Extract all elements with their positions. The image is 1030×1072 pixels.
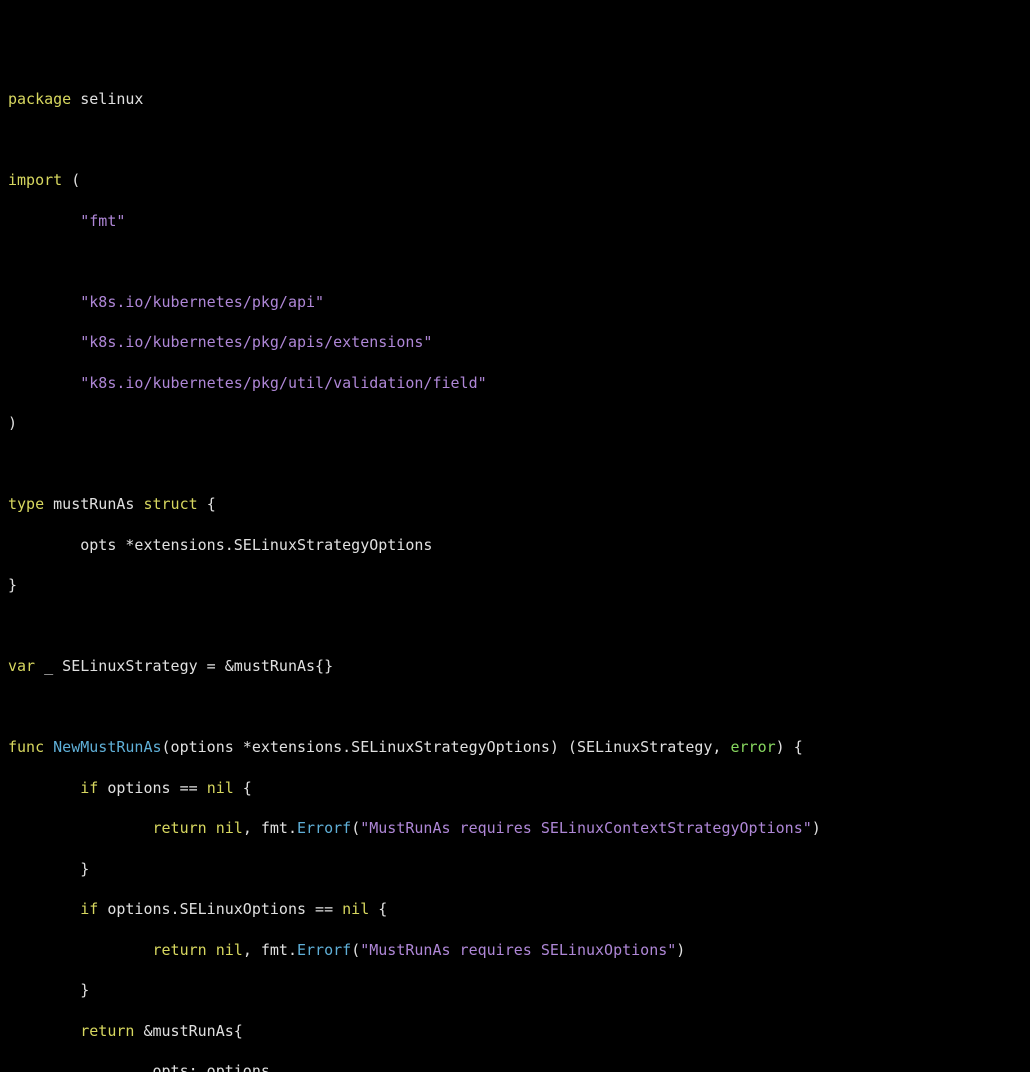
keyword-return: return [153,941,207,959]
text: , fmt. [243,941,297,959]
condition: options.SELinuxOptions == [107,900,342,918]
func-name: NewMustRunAs [53,738,161,756]
code-line: package selinux [8,89,1022,109]
keyword-if: if [80,900,98,918]
keyword-var: var [8,657,35,675]
struct-field: opts: options, [153,1062,279,1072]
code-line: } [8,980,1022,1000]
brace-close: } [8,576,17,594]
keyword-type: type [8,495,44,513]
code-line: return nil, fmt.Errorf("MustRunAs requir… [8,818,1022,838]
paren-close: ) [8,414,17,432]
text: &mustRunAs{ [143,1022,242,1040]
keyword-nil: nil [207,779,234,797]
code-line: type mustRunAs struct { [8,494,1022,514]
code-line [8,454,1022,474]
keyword-nil: nil [216,819,243,837]
code-line [8,130,1022,150]
code-line: var _ SELinuxStrategy = &mustRunAs{} [8,656,1022,676]
code-line: "fmt" [8,211,1022,231]
keyword-struct: struct [143,495,197,513]
import-path: "k8s.io/kubernetes/pkg/api" [80,293,324,311]
brace-close: } [80,981,89,999]
keyword-import: import [8,171,62,189]
keyword-nil: nil [342,900,369,918]
keyword-return: return [80,1022,134,1040]
code-line [8,616,1022,636]
type-name: mustRunAs [53,495,134,513]
func-sig: (options *extensions.SELinuxStrategyOpti… [162,738,731,756]
brace-open: { [207,495,216,513]
code-line: func NewMustRunAs(options *extensions.SE… [8,737,1022,757]
import-path: "fmt" [80,212,125,230]
keyword-if: if [80,779,98,797]
code-line: if options.SELinuxOptions == nil { [8,899,1022,919]
brace-open: { [369,900,387,918]
code-line: "k8s.io/kubernetes/pkg/apis/extensions" [8,332,1022,352]
paren-open: ( [351,819,360,837]
code-line: } [8,859,1022,879]
code-line: import ( [8,170,1022,190]
keyword-return: return [153,819,207,837]
code-line: ) [8,413,1022,433]
code-line: return nil, fmt.Errorf("MustRunAs requir… [8,940,1022,960]
paren-open: ( [71,171,80,189]
func-sig-end: ) { [776,738,803,756]
keyword-package: package [8,90,71,108]
code-line: if options == nil { [8,778,1022,798]
keyword-nil: nil [216,941,243,959]
code-line: "k8s.io/kubernetes/pkg/api" [8,292,1022,312]
code-line [8,251,1022,271]
text: , fmt. [243,819,297,837]
code-line: return &mustRunAs{ [8,1021,1022,1041]
code-line: opts: options, [8,1061,1022,1072]
package-name: selinux [80,90,143,108]
code-line: "k8s.io/kubernetes/pkg/util/validation/f… [8,373,1022,393]
call-errorf: Errorf [297,819,351,837]
code-line [8,697,1022,717]
type-error: error [730,738,775,756]
paren-close: ) [812,819,821,837]
brace-open: { [234,779,252,797]
keyword-func: func [8,738,44,756]
call-errorf: Errorf [297,941,351,959]
paren-open: ( [351,941,360,959]
struct-field: opts *extensions.SELinuxStrategyOptions [80,536,432,554]
paren-close: ) [676,941,685,959]
brace-close: } [80,860,89,878]
string-literal: "MustRunAs requires SELinuxContextStrate… [360,819,812,837]
condition: options == [107,779,206,797]
var-decl: _ SELinuxStrategy = &mustRunAs{} [44,657,333,675]
import-path: "k8s.io/kubernetes/pkg/util/validation/f… [80,374,486,392]
import-path: "k8s.io/kubernetes/pkg/apis/extensions" [80,333,432,351]
code-line: opts *extensions.SELinuxStrategyOptions [8,535,1022,555]
string-literal: "MustRunAs requires SELinuxOptions" [360,941,676,959]
code-line: } [8,575,1022,595]
